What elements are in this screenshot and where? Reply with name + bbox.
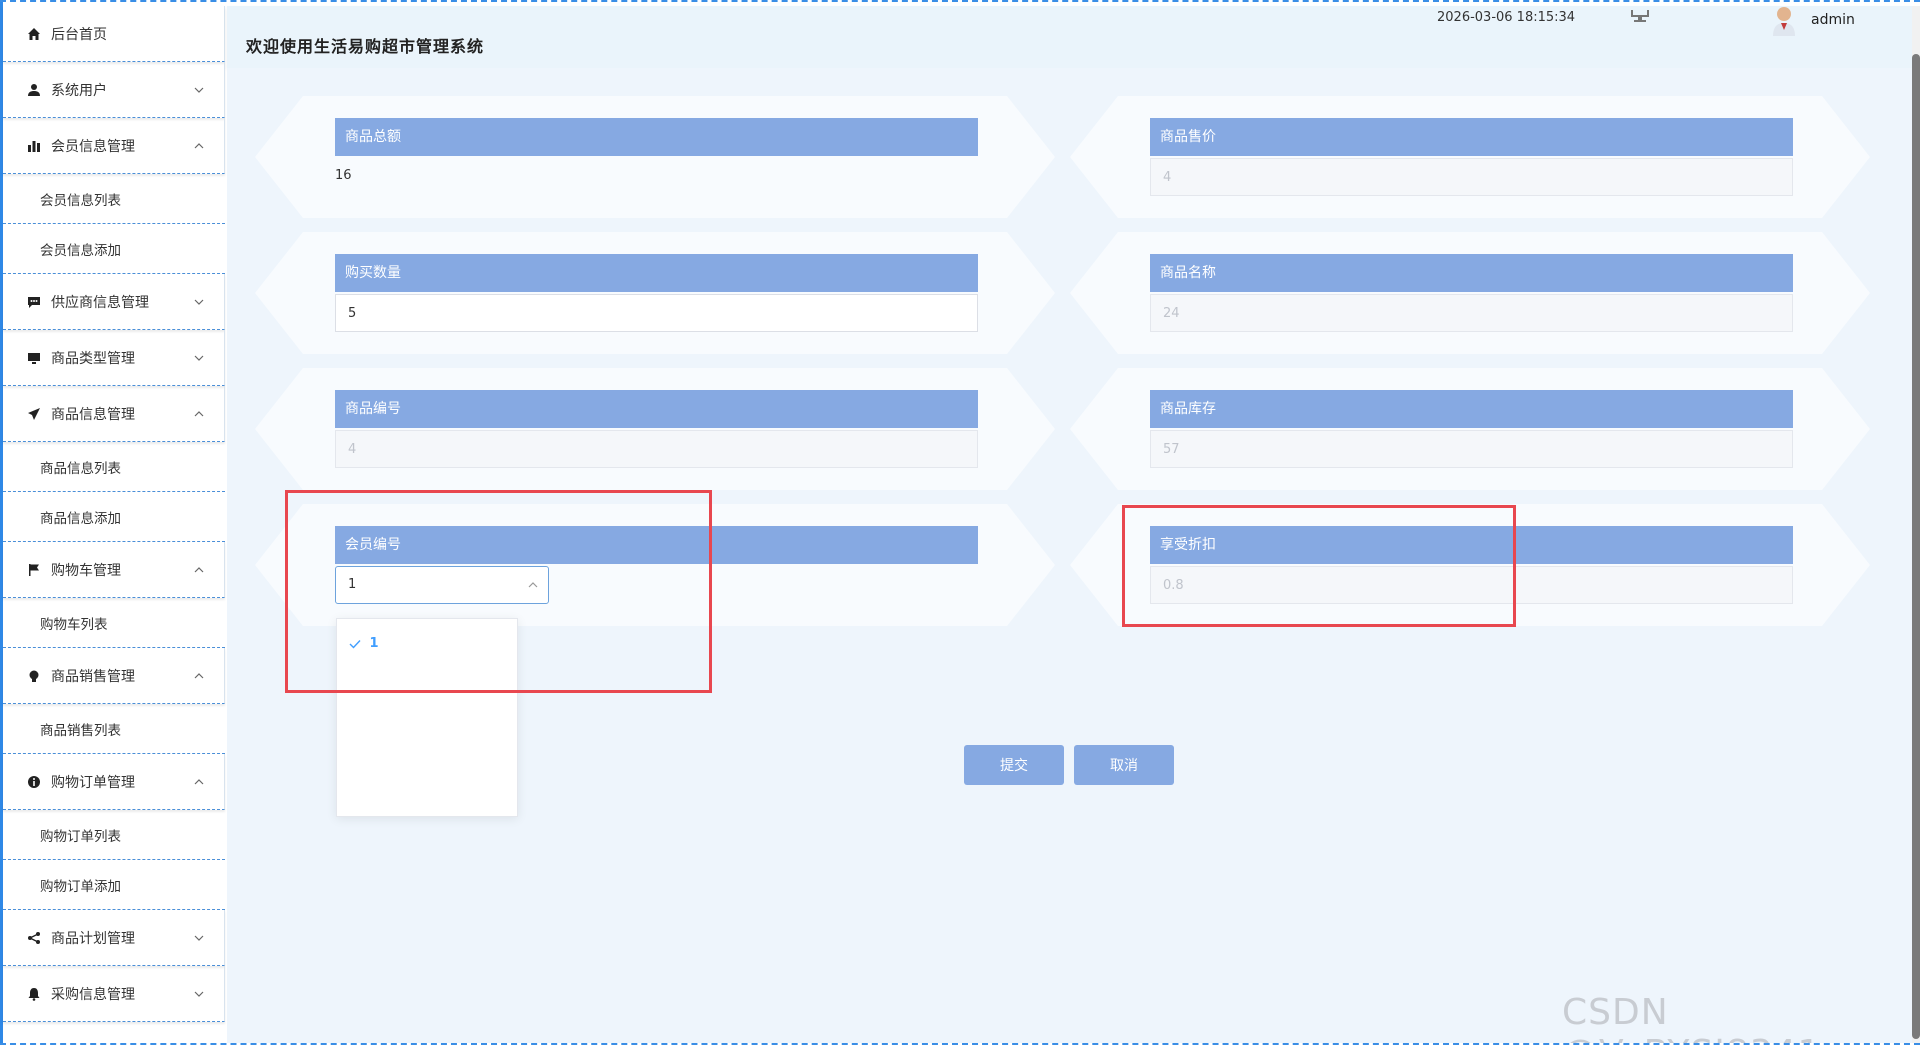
form-card-stock: 商品库存 57 (1070, 368, 1870, 490)
sidebar-item-label: 商品销售管理 (51, 668, 135, 685)
sidebar-item-label: 后台首页 (51, 26, 107, 43)
sidebar-item-product-management[interactable]: 商品信息管理 (3, 386, 225, 442)
chat-icon (25, 293, 43, 311)
sidebar-subitem-member-add[interactable]: 会员信息添加 (3, 224, 225, 274)
total-amount-value: 16 (335, 168, 352, 183)
field-label-stock: 商品库存 (1150, 390, 1793, 428)
username-label[interactable]: admin (1811, 12, 1855, 28)
bulb-icon (25, 667, 43, 685)
chevron-down-icon (194, 355, 204, 361)
info-icon (25, 773, 43, 791)
sidebar-subitem-product-add[interactable]: 商品信息添加 (3, 492, 225, 542)
chevron-down-icon (194, 87, 204, 93)
highlight-box-member-no (285, 490, 712, 693)
sidebar-item-home[interactable]: 后台首页 (3, 6, 225, 62)
name-input: 24 (1150, 294, 1793, 332)
sidebar-subitem-member-list[interactable]: 会员信息列表 (3, 174, 225, 224)
sidebar-subitem-sales-list[interactable]: 商品销售列表 (3, 704, 225, 754)
form-card-total-amount: 商品总额 16 (255, 96, 1055, 218)
sidebar-item-label: 商品信息管理 (51, 406, 135, 423)
chevron-down-icon (194, 299, 204, 305)
sidebar-item-sales-management[interactable]: 商品销售管理 (3, 648, 225, 704)
avatar[interactable] (1771, 6, 1797, 36)
sidebar-item-purchase-management[interactable]: 采购信息管理 (3, 966, 225, 1022)
chevron-up-icon (194, 566, 204, 572)
sidebar-item-label: 商品计划管理 (51, 930, 135, 947)
sidebar-item-label: 供应商信息管理 (51, 294, 149, 311)
form-card-product-no: 商品编号 4 (255, 368, 1055, 490)
sidebar-item-label: 会员信息管理 (51, 138, 135, 155)
field-label-product-no: 商品编号 (335, 390, 978, 428)
sidebar-item-order-management[interactable]: 购物订单管理 (3, 754, 225, 810)
field-label-price: 商品售价 (1150, 118, 1793, 156)
user-icon (25, 81, 43, 99)
watermark: CSDN @V_BYSJ8341 (1562, 992, 1820, 1043)
bell-icon (25, 985, 43, 1003)
form-card-quantity: 购买数量 5 (255, 232, 1055, 354)
chevron-up-icon (194, 410, 204, 416)
product-no-input: 4 (335, 430, 978, 468)
system-title: 欢迎使用生活易购超市管理系统 (246, 37, 485, 56)
highlight-box-discount (1122, 505, 1516, 627)
app-window: 后台首页 系统用户 会员信息管理 会员信息列表 会员信息添加 供应商信息管理 商… (0, 0, 1920, 1045)
chevron-up-icon (194, 778, 204, 784)
sidebar-subitem-order-add[interactable]: 购物订单添加 (3, 860, 225, 910)
chevron-up-icon (194, 142, 204, 148)
datetime-display: 2026-03-06 18:15:34 (1437, 10, 1576, 25)
bar-chart-icon (25, 137, 43, 155)
sidebar-item-category-management[interactable]: 商品类型管理 (3, 330, 225, 386)
field-label-name: 商品名称 (1150, 254, 1793, 292)
paper-plane-icon (25, 405, 43, 423)
sidebar-item-label: 商品类型管理 (51, 350, 135, 367)
chevron-down-icon (194, 935, 204, 941)
sidebar-item-label: 购物订单管理 (51, 774, 135, 791)
cancel-button[interactable]: 取消 (1074, 745, 1174, 785)
form-card-price: 商品售价 4 (1070, 96, 1870, 218)
sidebar-item-member-management[interactable]: 会员信息管理 (3, 118, 225, 174)
page-scrollbar[interactable] (1912, 6, 1920, 1043)
price-input: 4 (1150, 158, 1793, 196)
stock-input: 57 (1150, 430, 1793, 468)
sidebar-item-label: 采购信息管理 (51, 986, 135, 1003)
sidebar-item-cart-management[interactable]: 购物车管理 (3, 542, 225, 598)
sidebar-item-plan-management[interactable]: 商品计划管理 (3, 910, 225, 966)
home-icon (25, 25, 43, 43)
sidebar-subitem-cart-list[interactable]: 购物车列表 (3, 598, 225, 648)
sidebar-item-supplier-management[interactable]: 供应商信息管理 (3, 274, 225, 330)
sidebar-subitem-order-list[interactable]: 购物订单列表 (3, 810, 225, 860)
chevron-down-icon (194, 991, 204, 997)
sidebar-subitem-product-list[interactable]: 商品信息列表 (3, 442, 225, 492)
sidebar-item-system-users[interactable]: 系统用户 (3, 62, 225, 118)
field-label-quantity: 购买数量 (335, 254, 978, 292)
form-card-name: 商品名称 24 (1070, 232, 1870, 354)
sidebar-item-label: 系统用户 (51, 82, 107, 99)
chevron-up-icon (194, 672, 204, 678)
field-label-total-amount: 商品总额 (335, 118, 978, 156)
submit-button[interactable]: 提交 (964, 745, 1064, 785)
screen-icon[interactable] (1629, 10, 1651, 26)
scrollbar-thumb[interactable] (1912, 54, 1920, 1039)
sidebar: 后台首页 系统用户 会员信息管理 会员信息列表 会员信息添加 供应商信息管理 商… (3, 6, 225, 1043)
sidebar-item-label: 购物车管理 (51, 562, 121, 579)
share-icon (25, 929, 43, 947)
flag-icon (25, 561, 43, 579)
monitor-icon (25, 349, 43, 367)
quantity-input[interactable]: 5 (335, 294, 978, 332)
top-header: 欢迎使用生活易购超市管理系统 2026-03-06 18:15:34 admin (227, 6, 1912, 68)
